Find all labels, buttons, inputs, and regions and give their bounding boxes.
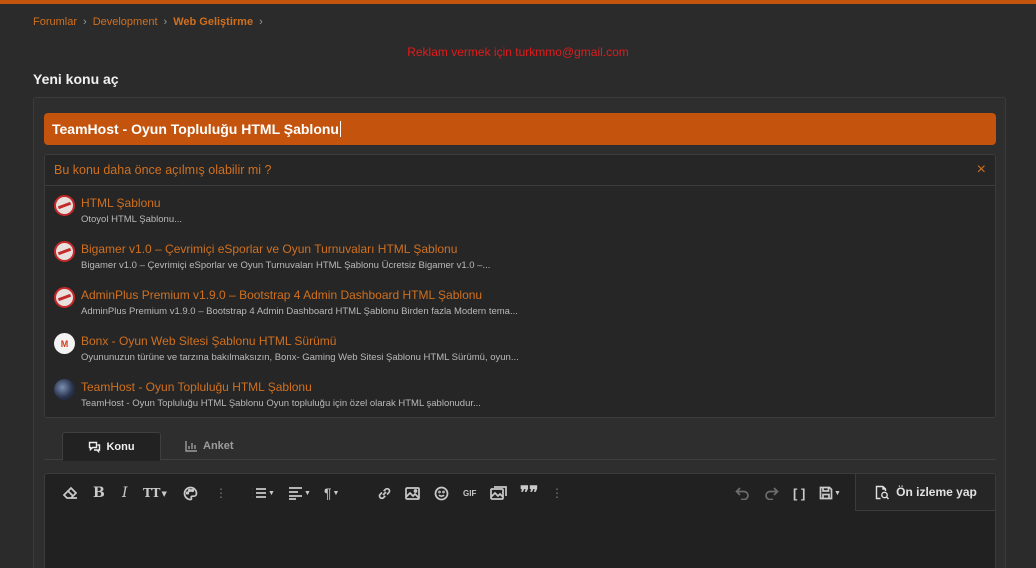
bbcode-icon[interactable]: [ ] (793, 485, 805, 501)
message-editor[interactable]: B I TT ▼ ⋮ ▼ ▼ ¶ ▼ GIF ❞❞ ⋮ [ ] ▼ Ön izlem… (44, 473, 996, 568)
avatar: M (54, 333, 75, 354)
image-icon[interactable] (405, 485, 420, 501)
ad-banner-text[interactable]: Reklam vermek için turkmmo@gmail.com (0, 45, 1036, 59)
thread-title-input[interactable]: TeamHost - Oyun Topluluğu HTML Şablonu (44, 113, 996, 145)
similar-thread-title[interactable]: HTML Şablonu (81, 196, 161, 210)
bold-icon[interactable]: B (93, 485, 105, 501)
italic-icon[interactable]: I (122, 485, 128, 501)
thread-title-value: TeamHost - Oyun Topluluğu HTML Şablonu (52, 121, 339, 137)
preview-button-label: Ön izleme yap (896, 485, 977, 499)
smiley-icon[interactable] (434, 485, 449, 501)
list-icon[interactable]: ▼ (251, 485, 275, 501)
similar-thread-snippet: TeamHost - Oyun Topluluğu HTML Şablonu O… (81, 398, 481, 409)
more-options-icon[interactable]: ⋮ (551, 485, 563, 501)
post-type-tabs: Konu Anket (44, 432, 996, 461)
chevron-right-icon: › (83, 16, 87, 28)
gif-icon[interactable]: GIF (463, 485, 476, 501)
document-search-icon (875, 485, 890, 499)
similar-thread-item[interactable]: TeamHost - Oyun Topluluğu HTML Şablonu T… (45, 370, 995, 416)
eraser-icon[interactable] (63, 485, 78, 501)
chevron-right-icon: › (259, 16, 263, 28)
similar-thread-item[interactable]: AdminPlus Premium v1.9.0 – Bootstrap 4 A… (45, 278, 995, 324)
close-icon[interactable]: × (977, 162, 986, 178)
paragraph-icon[interactable]: ¶ ▼ (324, 485, 339, 501)
similar-thread-snippet: AdminPlus Premium v1.9.0 – Bootstrap 4 A… (81, 306, 518, 317)
breadcrumb: Forumlar › Development › Web Geliştirme … (33, 16, 269, 28)
chevron-right-icon: › (163, 16, 168, 28)
redo-icon[interactable] (764, 485, 779, 501)
avatar (54, 241, 75, 262)
similar-thread-title[interactable]: AdminPlus Premium v1.9.0 – Bootstrap 4 A… (81, 288, 482, 302)
similar-thread-snippet: Otoyol HTML Şablonu... (81, 214, 183, 225)
avatar (54, 287, 75, 308)
similar-thread-item[interactable]: HTML Şablonu Otoyol HTML Şablonu... (45, 186, 995, 232)
editor-toolbar: B I TT ▼ ⋮ ▼ ▼ ¶ ▼ GIF ❞❞ ⋮ [ ] ▼ Ön izlem… (45, 474, 995, 512)
breadcrumb-web-development[interactable]: Web Geliştirme (173, 16, 253, 28)
preview-button[interactable]: Ön izleme yap (855, 474, 995, 511)
similar-thread-snippet: Bigamer v1.0 – Çevrimiçi eSporlar ve Oyu… (81, 260, 491, 271)
comments-icon (89, 441, 101, 453)
avatar (54, 379, 75, 400)
more-options-icon[interactable]: ⋮ (215, 485, 227, 501)
undo-icon[interactable] (735, 485, 750, 501)
breadcrumb-development[interactable]: Development (93, 16, 158, 28)
similar-threads-panel: Bu konu daha önce açılmış olabilir mi ? … (44, 154, 996, 418)
tab-poll-label: Anket (203, 440, 234, 452)
palette-icon[interactable] (183, 485, 198, 501)
breadcrumb-forums[interactable]: Forumlar (33, 16, 77, 28)
similar-thread-title[interactable]: TeamHost - Oyun Topluluğu HTML Şablonu (81, 380, 312, 394)
bar-chart-icon (185, 441, 197, 452)
text-size-icon[interactable]: TT ▼ (143, 485, 167, 501)
tab-thread-label: Konu (106, 440, 135, 453)
similar-thread-item[interactable]: M Bonx - Oyun Web Sitesi Şablonu HTML Sü… (45, 324, 995, 370)
drafts-icon[interactable]: ▼ (819, 485, 841, 501)
similar-thread-title[interactable]: Bigamer v1.0 – Çevrimiçi eSporlar ve Oyu… (81, 242, 457, 256)
link-icon[interactable] (377, 485, 392, 501)
tab-thread[interactable]: Konu (62, 432, 161, 461)
similar-threads-header: Bu konu daha önce açılmış olabilir mi ? … (45, 155, 995, 186)
text-caret (339, 121, 341, 137)
media-icon[interactable] (490, 485, 507, 501)
similar-thread-title[interactable]: Bonx - Oyun Web Sitesi Şablonu HTML Sürü… (81, 334, 336, 348)
quote-icon[interactable]: ❞❞ (520, 483, 538, 503)
similar-thread-item[interactable]: Bigamer v1.0 – Çevrimiçi eSporlar ve Oyu… (45, 232, 995, 278)
avatar (54, 195, 75, 216)
tab-poll[interactable]: Anket (185, 432, 234, 460)
similar-thread-snippet: Oyununuzun türüne ve tarzına bakılmaksız… (81, 352, 519, 363)
similar-threads-heading: Bu konu daha önce açılmış olabilir mi ? (54, 163, 272, 177)
top-accent-bar (0, 0, 1036, 4)
page-title: Yeni konu aç (33, 71, 119, 87)
align-icon[interactable]: ▼ (288, 485, 311, 501)
